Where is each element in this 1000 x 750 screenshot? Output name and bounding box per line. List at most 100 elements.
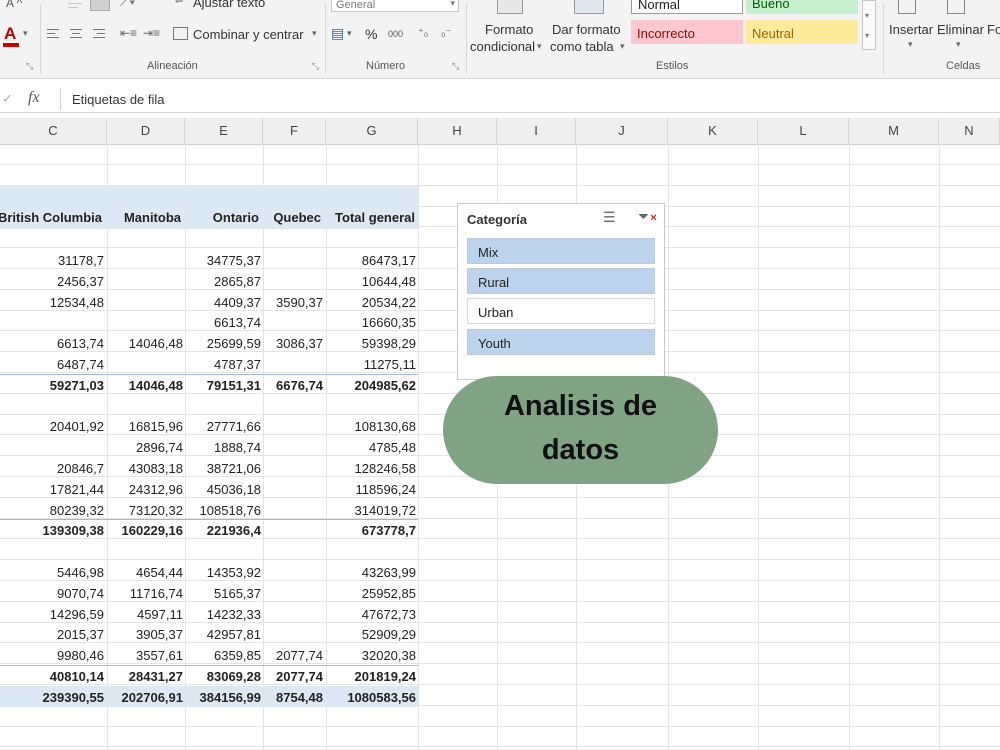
- pivot-cell[interactable]: 14296,59: [50, 607, 104, 622]
- pivot-cell[interactable]: 25952,85: [362, 586, 416, 601]
- format-as-table-button-line2[interactable]: como tabla: [550, 39, 614, 54]
- pivot-cell[interactable]: 31178,7: [58, 253, 104, 268]
- chevron-down-icon[interactable]: ▾: [312, 28, 317, 39]
- column-header-i[interactable]: I: [497, 118, 576, 144]
- pivot-cell[interactable]: 9980,46: [57, 648, 104, 663]
- pivot-cell[interactable]: 20401,92: [50, 419, 104, 434]
- pivot-header-manitoba[interactable]: Manitoba: [124, 210, 181, 225]
- pivot-cell[interactable]: 5165,37: [214, 586, 261, 601]
- insert-function-icon[interactable]: fx: [28, 89, 40, 107]
- pivot-cell[interactable]: 2015,37: [57, 627, 104, 642]
- style-good[interactable]: Bueno: [746, 0, 858, 14]
- chevron-down-icon[interactable]: ▾: [347, 28, 352, 39]
- column-header-e[interactable]: E: [185, 118, 263, 144]
- pivot-total-cell[interactable]: 673778,7: [362, 523, 416, 538]
- pivot-cell[interactable]: 20534,22: [362, 295, 416, 310]
- pivot-total-cell[interactable]: 6676,74: [276, 378, 323, 393]
- pivot-total-cell[interactable]: 160229,16: [122, 523, 183, 538]
- pivot-cell[interactable]: 47672,73: [362, 607, 416, 622]
- pivot-cell[interactable]: 34775,37: [207, 253, 261, 268]
- pivot-cell[interactable]: 43263,99: [362, 565, 416, 580]
- chevron-down-icon[interactable]: ▾: [956, 39, 961, 50]
- pivot-cell[interactable]: 80239,32: [50, 503, 104, 518]
- pivot-cell[interactable]: 128246,58: [355, 461, 416, 476]
- pivot-cell[interactable]: 10644,48: [362, 274, 416, 289]
- merge-center-button[interactable]: Combinar y centrar: [193, 27, 304, 42]
- slicer-item-urban[interactable]: Urban: [467, 298, 655, 324]
- conditional-format-icon[interactable]: [497, 0, 523, 14]
- slicer-item-rural[interactable]: Rural: [467, 268, 655, 294]
- decrease-decimal-icon[interactable]: ₀⁻: [441, 26, 451, 39]
- pivot-cell[interactable]: 108130,68: [355, 419, 416, 434]
- format-as-table-button-line1[interactable]: Dar formato: [552, 22, 621, 37]
- category-slicer[interactable]: Categoría ☰ ⏷✕ Mix Rural Urban Youth: [457, 203, 665, 380]
- pivot-cell[interactable]: 11275,11: [364, 357, 416, 372]
- pivot-cell[interactable]: 25699,59: [207, 336, 261, 351]
- style-normal[interactable]: Normal: [631, 0, 743, 14]
- conditional-format-button-line1[interactable]: Formato: [485, 22, 533, 37]
- pivot-cell[interactable]: 108518,76: [200, 503, 261, 518]
- pivot-total-cell[interactable]: 221936,4: [207, 523, 261, 538]
- pivot-cell[interactable]: 6359,85: [214, 648, 261, 663]
- pivot-cell[interactable]: 3557,61: [136, 648, 183, 663]
- pivot-cell[interactable]: 16660,35: [362, 315, 416, 330]
- pivot-cell[interactable]: 2896,74: [136, 440, 183, 455]
- pivot-cell[interactable]: 16815,96: [129, 419, 183, 434]
- alignment-dialog-launcher-icon[interactable]: ⤡: [312, 61, 319, 72]
- confirm-icon[interactable]: ✓: [2, 91, 13, 107]
- column-header-k[interactable]: K: [668, 118, 758, 144]
- chevron-down-icon[interactable]: ▾: [23, 28, 28, 39]
- insert-cells-icon[interactable]: [898, 0, 916, 14]
- pivot-cell[interactable]: 73120,32: [129, 503, 183, 518]
- insert-button[interactable]: Insertar: [889, 22, 933, 37]
- pivot-cell[interactable]: 4787,37: [214, 357, 261, 372]
- pivot-total-cell[interactable]: 83069,28: [207, 669, 261, 684]
- pivot-cell[interactable]: 2077,74: [276, 648, 323, 663]
- pivot-total-cell[interactable]: 384156,99: [200, 690, 261, 705]
- slicer-item-mix[interactable]: Mix: [467, 238, 655, 264]
- pivot-cell[interactable]: 6613,74: [57, 336, 104, 351]
- pivot-cell[interactable]: 27771,66: [207, 419, 261, 434]
- number-dialog-launcher-icon[interactable]: ⤡: [452, 61, 459, 72]
- accounting-format-icon[interactable]: ▤: [331, 25, 344, 42]
- format-cells-button[interactable]: Fo: [987, 22, 1000, 37]
- pivot-total-cell[interactable]: 139309,38: [43, 523, 104, 538]
- pivot-cell[interactable]: 14232,33: [207, 607, 261, 622]
- pivot-cell[interactable]: 4597,11: [137, 607, 183, 622]
- column-header-n[interactable]: N: [939, 118, 1000, 144]
- pivot-cell[interactable]: 86473,17: [362, 253, 416, 268]
- multi-select-icon[interactable]: ☰: [603, 209, 616, 226]
- number-format-select[interactable]: General ▾: [331, 0, 459, 12]
- style-bad[interactable]: Incorrecto: [631, 20, 743, 44]
- pivot-cell[interactable]: 5446,98: [57, 565, 104, 580]
- format-as-table-icon[interactable]: [574, 0, 604, 14]
- font-size-up-icon[interactable]: A ^: [6, 0, 22, 10]
- pivot-cell[interactable]: 45036,18: [207, 482, 261, 497]
- column-header-c[interactable]: C: [0, 118, 107, 144]
- pivot-total-cell[interactable]: 201819,24: [355, 669, 416, 684]
- pivot-cell[interactable]: 9070,74: [57, 586, 104, 601]
- align-middle-icon[interactable]: [90, 0, 110, 11]
- clear-filter-icon[interactable]: ⏷✕: [638, 208, 658, 225]
- pivot-total-cell[interactable]: 202706,91: [122, 690, 183, 705]
- font-color-button[interactable]: A: [4, 24, 16, 44]
- column-header-f[interactable]: F: [263, 118, 326, 144]
- pivot-cell[interactable]: 3590,37: [276, 295, 323, 310]
- styles-gallery-scroll[interactable]: ▾ ▾: [862, 0, 876, 50]
- pivot-cell[interactable]: 1888,74: [214, 440, 261, 455]
- pivot-header-total-general[interactable]: Total general: [335, 210, 415, 225]
- pivot-cell[interactable]: 42957,81: [207, 627, 261, 642]
- delete-cells-icon[interactable]: [947, 0, 965, 14]
- pivot-cell[interactable]: 24312,96: [129, 482, 183, 497]
- pivot-cell[interactable]: 59398,29: [362, 336, 416, 351]
- wrap-text-button[interactable]: Ajustar texto: [193, 0, 265, 10]
- column-header-d[interactable]: D: [107, 118, 185, 144]
- pivot-total-cell[interactable]: 40810,14: [50, 669, 104, 684]
- style-neutral[interactable]: Neutral: [746, 20, 858, 44]
- pivot-total-cell[interactable]: 14046,48: [129, 378, 183, 393]
- orientation-icon[interactable]: ⟋▾: [120, 0, 135, 10]
- pivot-cell[interactable]: 43083,18: [129, 461, 183, 476]
- column-header-g[interactable]: G: [326, 118, 418, 144]
- pivot-cell[interactable]: 6487,74: [57, 357, 104, 372]
- pivot-total-cell[interactable]: 28431,27: [129, 669, 183, 684]
